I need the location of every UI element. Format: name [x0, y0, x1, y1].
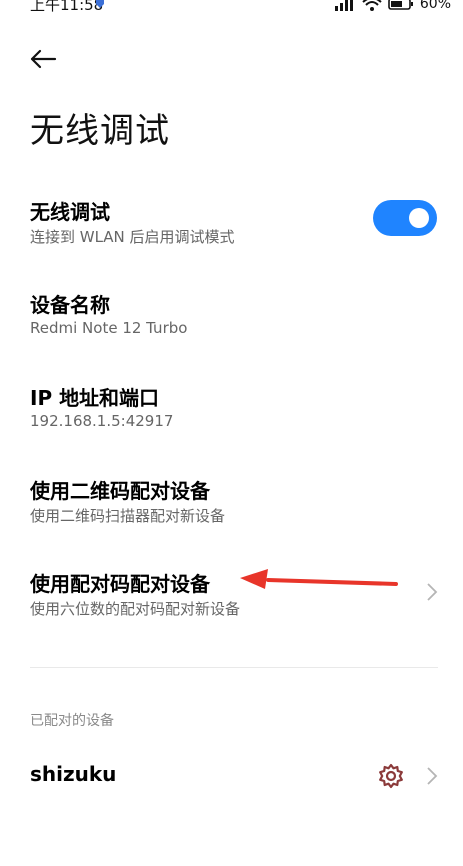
wireless-debugging-toggle[interactable] — [373, 200, 437, 236]
back-button[interactable] — [28, 44, 64, 74]
toggle-knob — [409, 208, 429, 228]
paired-device-name: shizuku — [30, 762, 117, 786]
wireless-debugging-screen: 上午11:58 60% 无线调试 无线调试 连接到 WLAN 后启用调试模式 设… — [0, 0, 463, 866]
setting-device-name[interactable]: 设备名称 Redmi Note 12 Turbo — [0, 283, 463, 361]
setting-title: 使用二维码配对设备 — [30, 479, 210, 503]
gear-icon[interactable] — [377, 762, 405, 790]
back-arrow-icon — [30, 49, 57, 69]
section-divider — [30, 667, 438, 668]
paired-devices-section-label: 已配对的设备 — [30, 713, 114, 729]
setting-subtitle: 连接到 WLAN 后启用调试模式 — [30, 228, 235, 246]
setting-subtitle: Redmi Note 12 Turbo — [30, 319, 188, 337]
status-icons: 60% — [334, 0, 451, 12]
setting-wireless-debugging[interactable]: 无线调试 连接到 WLAN 后启用调试模式 — [0, 190, 463, 268]
setting-ip-address-port[interactable]: IP 地址和端口 192.168.1.5:42917 — [0, 376, 463, 454]
paired-device-shizuku[interactable]: shizuku — [0, 746, 463, 806]
setting-subtitle: 使用六位数的配对码配对新设备 — [30, 600, 241, 618]
setting-title: IP 地址和端口 — [30, 386, 160, 410]
status-time: 上午11:58 — [30, 0, 104, 14]
page-title: 无线调试 — [30, 111, 170, 151]
signal-icon — [334, 0, 353, 11]
setting-subtitle: 192.168.1.5:42917 — [30, 412, 174, 430]
app-notification-icon — [96, 0, 104, 8]
setting-title: 使用配对码配对设备 — [30, 572, 210, 596]
setting-title: 无线调试 — [30, 200, 110, 224]
annotation-arrow-icon — [240, 569, 398, 589]
setting-pair-with-qr-code[interactable]: 使用二维码配对设备 使用二维码扫描器配对新设备 — [0, 469, 463, 547]
setting-title: 设备名称 — [30, 293, 110, 317]
chevron-right-icon — [427, 583, 438, 601]
battery-percent: 60% — [419, 0, 451, 12]
wifi-icon — [362, 0, 382, 11]
chevron-right-icon — [427, 767, 438, 785]
setting-subtitle: 使用二维码扫描器配对新设备 — [30, 507, 226, 525]
battery-icon — [388, 0, 413, 10]
status-bar: 上午11:58 60% — [0, 0, 463, 18]
